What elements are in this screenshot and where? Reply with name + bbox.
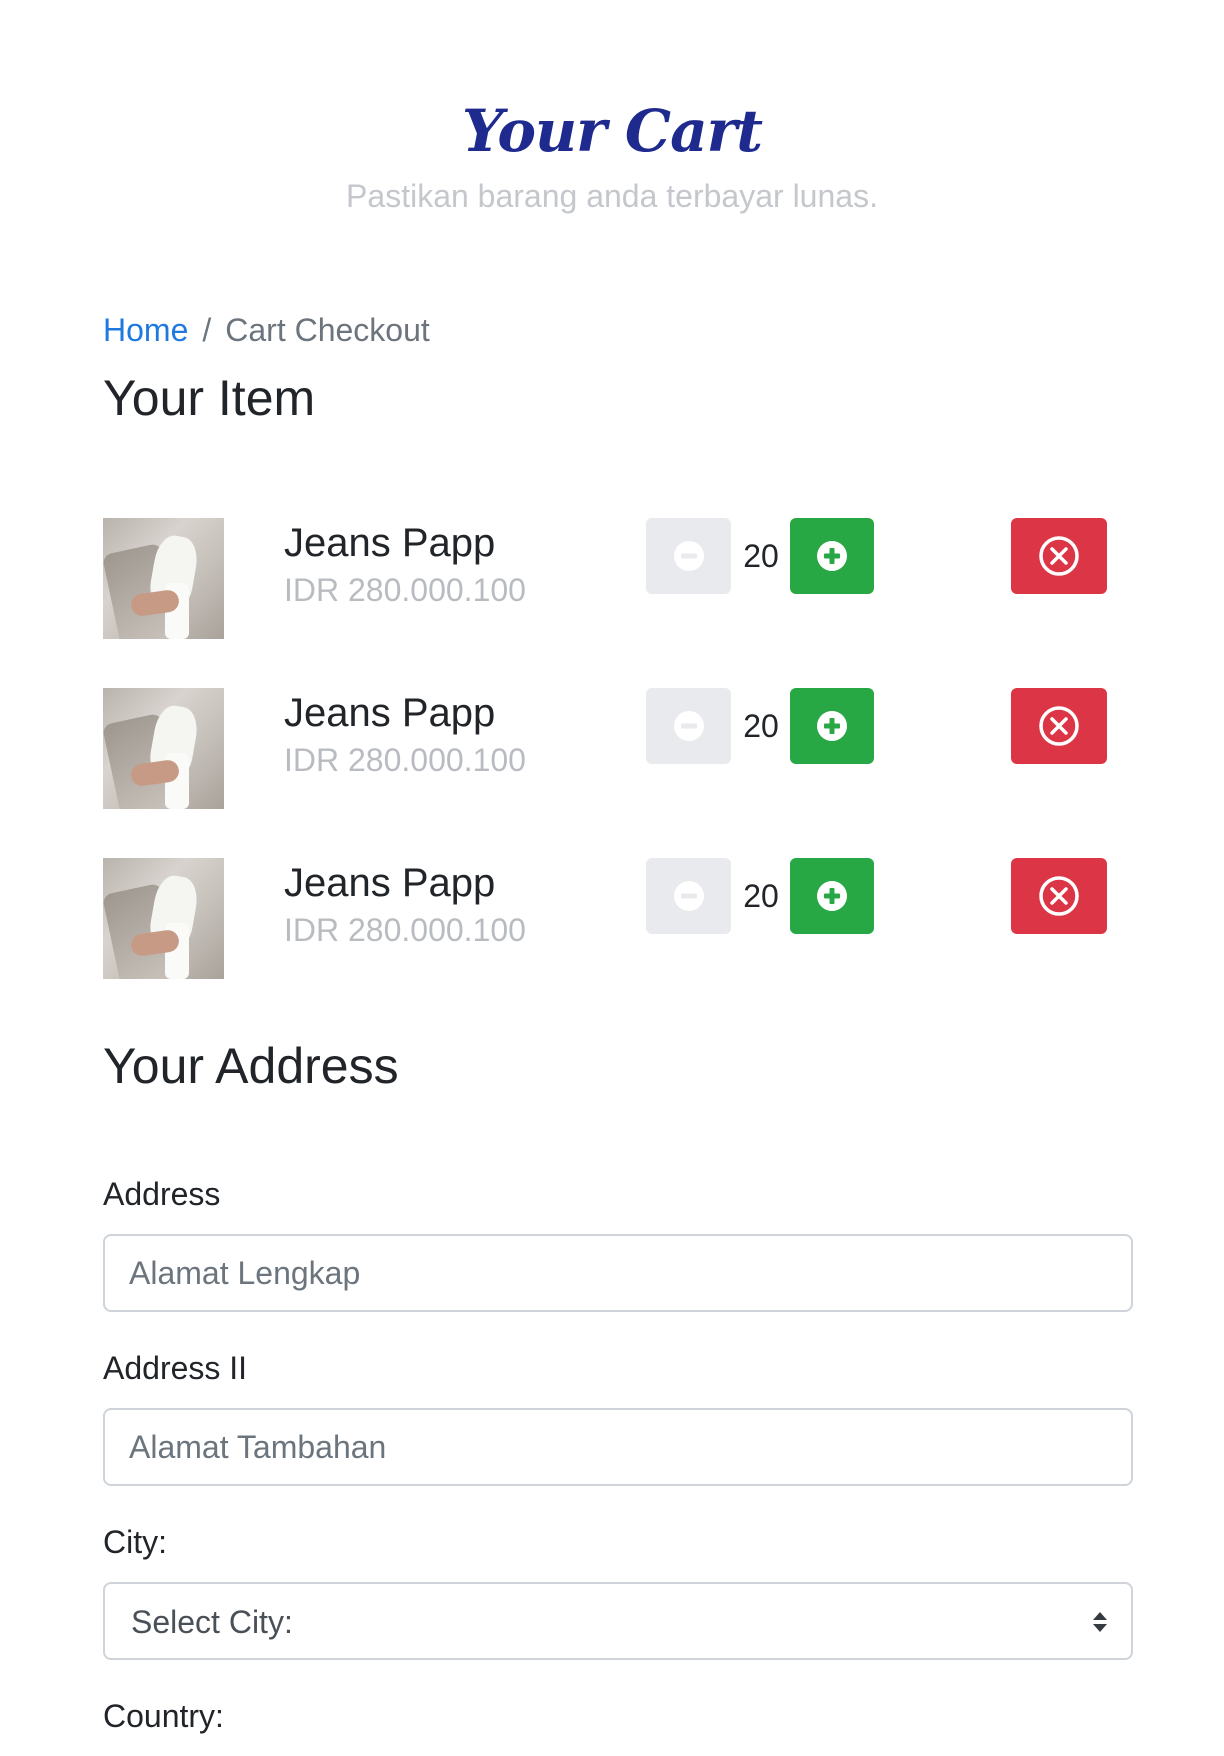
x-circle-icon xyxy=(1039,706,1079,746)
address2-field-group: Address II xyxy=(103,1348,1133,1486)
decrease-quantity-button[interactable] xyxy=(646,518,731,594)
page-header: Your Cart Pastikan barang anda terbayar … xyxy=(0,96,1224,216)
address-field-group: Address xyxy=(103,1174,1133,1312)
address-label: Address xyxy=(103,1176,221,1212)
page-subtitle: Pastikan barang anda terbayar lunas. xyxy=(346,178,878,214)
city-select-value: Select City: xyxy=(131,1604,293,1640)
item-quantity: 20 xyxy=(743,708,779,744)
cart-item: Jeans Papp IDR 280.000.100 20 xyxy=(103,518,1107,639)
item-price: IDR 280.000.100 xyxy=(284,742,526,778)
cart-item: Jeans Papp IDR 280.000.100 20 xyxy=(103,688,1107,809)
cart-item: Jeans Papp IDR 280.000.100 20 xyxy=(103,858,1107,979)
minus-circle-icon xyxy=(673,881,704,911)
item-price: IDR 280.000.100 xyxy=(284,912,526,948)
plus-circle-icon xyxy=(817,711,847,741)
item-quantity: 20 xyxy=(743,878,779,914)
country-field-group: Country: xyxy=(103,1696,1133,1756)
breadcrumb-current: Cart Checkout xyxy=(225,312,430,348)
increase-quantity-button[interactable] xyxy=(790,688,874,764)
x-circle-icon xyxy=(1039,876,1079,916)
increase-quantity-button[interactable] xyxy=(790,858,874,934)
increase-quantity-button[interactable] xyxy=(790,518,874,594)
product-image xyxy=(103,688,224,809)
city-label: City: xyxy=(103,1524,167,1560)
plus-circle-icon xyxy=(817,541,847,571)
decrease-quantity-button[interactable] xyxy=(646,688,731,764)
breadcrumb: Home / Cart Checkout xyxy=(103,310,430,350)
breadcrumb-separator: / xyxy=(202,312,212,348)
item-quantity: 20 xyxy=(743,538,779,574)
city-select[interactable]: Select City: xyxy=(103,1582,1133,1660)
address-section-title: Your Address xyxy=(103,1038,399,1094)
product-image xyxy=(103,518,224,639)
remove-item-button[interactable] xyxy=(1011,688,1107,764)
country-label: Country: xyxy=(103,1698,224,1734)
address2-label: Address II xyxy=(103,1350,248,1386)
select-updown-icon xyxy=(1093,1612,1107,1632)
minus-circle-icon xyxy=(673,711,704,741)
item-name: Jeans Papp xyxy=(284,691,496,735)
product-image xyxy=(103,858,224,979)
decrease-quantity-button[interactable] xyxy=(646,858,731,934)
minus-circle-icon xyxy=(673,541,704,571)
remove-item-button[interactable] xyxy=(1011,518,1107,594)
remove-item-button[interactable] xyxy=(1011,858,1107,934)
items-section-title: Your Item xyxy=(103,370,316,426)
item-price: IDR 280.000.100 xyxy=(284,572,526,608)
x-circle-icon xyxy=(1039,536,1079,576)
address2-input[interactable] xyxy=(103,1408,1133,1486)
city-field-group: City: Select City: xyxy=(103,1522,1133,1660)
breadcrumb-home-link[interactable]: Home xyxy=(103,312,188,348)
item-name: Jeans Papp xyxy=(284,521,496,565)
plus-circle-icon xyxy=(817,881,847,911)
page-title: Your Cart xyxy=(461,97,763,165)
address-input[interactable] xyxy=(103,1234,1133,1312)
item-name: Jeans Papp xyxy=(284,861,496,905)
